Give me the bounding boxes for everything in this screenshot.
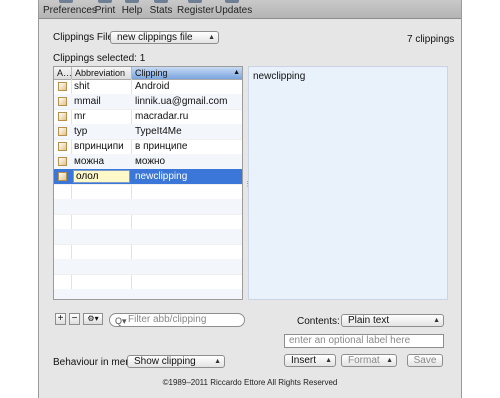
toolbar-help-label: Help <box>121 5 143 16</box>
table-row[interactable]: можна можно <box>54 154 242 170</box>
clipping-icon <box>58 127 67 136</box>
clippings-file-popup[interactable]: new clippings file ▲ <box>110 31 219 44</box>
clippings-count: 7 clippings <box>407 34 455 45</box>
toolbar-updates[interactable]: Updates <box>215 0 253 18</box>
clipping-content-editor[interactable]: newclipping <box>248 66 448 300</box>
insert-popup[interactable]: Insert ▲ <box>284 354 336 367</box>
clipping-icon <box>58 112 67 121</box>
clipping-cell: linnik.ua@gmail.com <box>135 96 228 107</box>
abbreviation-cell: typ <box>74 126 88 137</box>
toolbar-updates-label: Updates <box>215 5 253 16</box>
popup-arrows-icon: ▲ <box>325 357 332 364</box>
clipping-cell: в принципе <box>135 141 188 152</box>
toolbar-register-label: Register <box>177 5 215 16</box>
popup-arrows-icon: ▲ <box>386 357 393 364</box>
contents-label: Contents: <box>297 316 340 327</box>
abbreviation-cell: mmail <box>74 96 101 107</box>
toolbar-register[interactable]: Register <box>177 0 215 18</box>
contents-format-value: Plain text <box>348 315 390 326</box>
table-row[interactable]: mmail linnik.ua@gmail.com <box>54 94 242 110</box>
search-icon: Q▾ <box>115 316 127 326</box>
clipping-icon <box>58 172 67 181</box>
optional-label-placeholder: enter an optional label here <box>289 335 411 346</box>
copyright-text: ©1989–2011 Riccardo Ettore All Rights Re… <box>162 378 338 387</box>
behaviour-popup[interactable]: Show clipping ▲ <box>127 355 225 368</box>
empty-row <box>54 289 242 299</box>
contents-format-popup[interactable]: Plain text ▲ <box>341 314 444 327</box>
empty-row <box>54 214 242 230</box>
preferences-icon <box>59 0 73 3</box>
abbreviation-edit-field[interactable]: олол <box>73 170 130 183</box>
column-header-clipping[interactable]: Clipping ▲ <box>132 67 242 79</box>
empty-row <box>54 259 242 275</box>
optional-label-field[interactable]: enter an optional label here <box>284 334 444 348</box>
add-clipping-button[interactable]: + <box>55 313 66 325</box>
clippings-table: A… Abbreviation Clipping ▲ shit Android … <box>53 66 243 300</box>
toolbar-print[interactable]: Print <box>93 0 117 18</box>
column-header-abbreviation[interactable]: Abbreviation <box>72 67 132 79</box>
toolbar-print-label: Print <box>94 5 116 16</box>
stats-icon <box>154 0 168 3</box>
print-icon <box>98 0 112 3</box>
empty-row <box>54 199 242 215</box>
clipping-content-text: newclipping <box>253 71 306 82</box>
main-window: Preferences Print Help Stats Register Up… <box>38 0 462 398</box>
clipping-cell: macradar.ru <box>135 111 189 122</box>
format-popup[interactable]: Format ▲ <box>341 354 397 367</box>
sort-ascending-icon: ▲ <box>233 69 240 76</box>
empty-row <box>54 229 242 245</box>
popup-arrows-icon: ▲ <box>208 34 215 41</box>
column-header-clipping-label: Clipping <box>135 68 168 78</box>
table-row[interactable]: typ TypeIt4Me <box>54 124 242 140</box>
help-icon <box>125 0 139 3</box>
remove-clipping-button[interactable]: − <box>69 313 80 325</box>
table-body: shit Android mmail linnik.ua@gmail.com m… <box>54 79 242 299</box>
column-header-icon[interactable]: A… <box>54 67 72 79</box>
filter-search-field[interactable]: Q▾ Filter abb/clipping <box>109 313 245 327</box>
register-icon <box>188 0 202 3</box>
empty-row <box>54 184 242 200</box>
table-row[interactable]: shit Android <box>54 79 242 95</box>
save-button[interactable]: Save <box>407 354 443 367</box>
popup-arrows-icon: ▲ <box>433 317 440 324</box>
clipping-cell: TypeIt4Me <box>135 126 182 137</box>
table-row[interactable]: mr macradar.ru <box>54 109 242 125</box>
toolbar: Preferences Print Help Stats Register Up… <box>39 0 461 19</box>
toolbar-stats[interactable]: Stats <box>149 0 173 18</box>
abbreviation-cell: можна <box>74 156 105 167</box>
toolbar-preferences[interactable]: Preferences <box>43 0 97 18</box>
clippings-file-label: Clippings File: <box>53 32 116 43</box>
clippings-file-value: new clippings file <box>117 32 193 43</box>
table-row[interactable]: впринципи в принципе <box>54 139 242 155</box>
abbreviation-cell: shit <box>74 81 90 92</box>
abbreviation-cell: впринципи <box>74 141 124 152</box>
format-label: Format <box>348 355 380 366</box>
gear-menu-button[interactable]: ⚙▾ <box>83 313 103 325</box>
search-placeholder: Filter abb/clipping <box>128 314 207 325</box>
toolbar-help[interactable]: Help <box>121 0 143 18</box>
clipping-cell: можно <box>135 156 166 167</box>
toolbar-preferences-label: Preferences <box>43 5 97 16</box>
clipping-cell: Android <box>135 81 170 92</box>
clipping-icon <box>58 157 67 166</box>
abbreviation-cell: mr <box>74 111 86 122</box>
toolbar-stats-label: Stats <box>149 5 173 16</box>
clipping-icon <box>58 82 67 91</box>
insert-label: Insert <box>291 355 317 366</box>
empty-row <box>54 274 242 290</box>
popup-arrows-icon: ▲ <box>214 358 221 365</box>
behaviour-value: Show clipping <box>134 356 196 367</box>
empty-row <box>54 244 242 260</box>
clipping-cell: newclipping <box>135 171 188 182</box>
clipping-icon <box>58 142 67 151</box>
table-row-selected[interactable]: олол newclipping <box>54 169 242 185</box>
clippings-selected-label: Clippings selected: 1 <box>53 53 146 64</box>
updates-icon <box>225 0 239 3</box>
clipping-icon <box>58 97 67 106</box>
